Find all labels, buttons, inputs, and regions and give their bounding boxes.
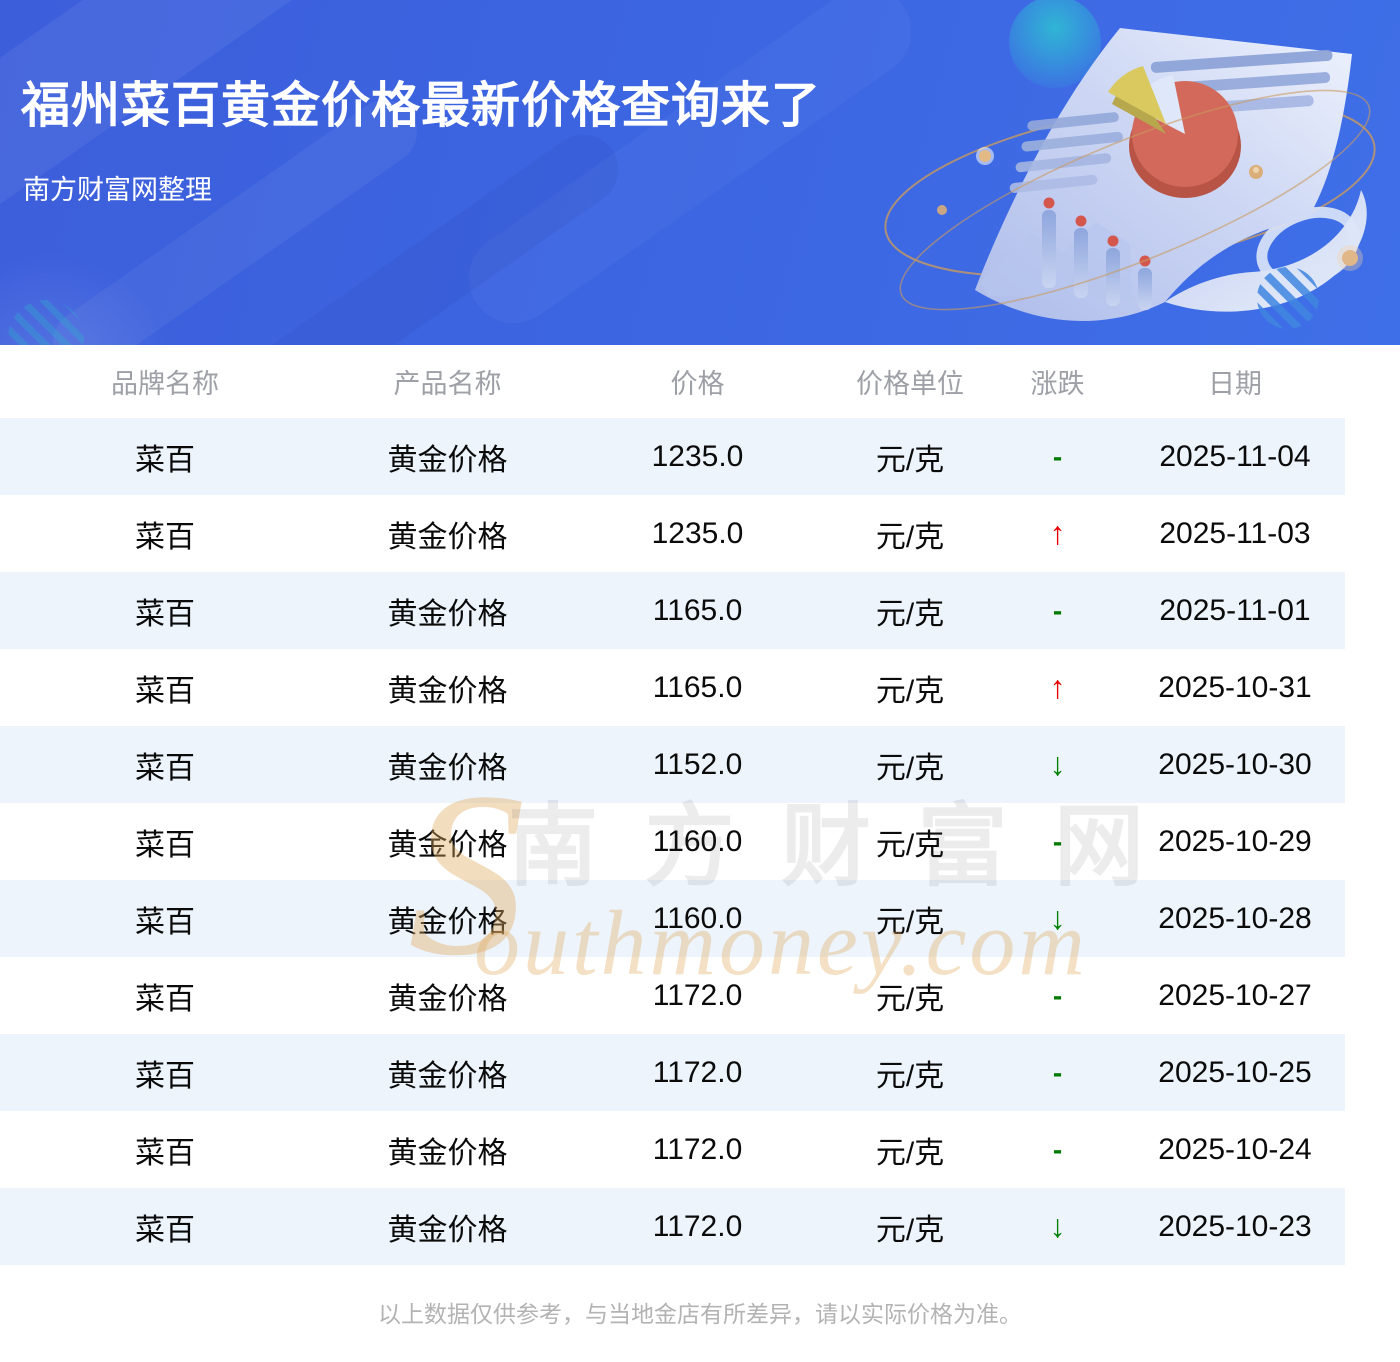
table-row: 菜百 黄金价格 1160.0 元/克 - 2025-10-29 — [0, 803, 1345, 880]
unit-cell: 元/克 — [830, 418, 990, 495]
disclaimer-text: 以上数据仅供参考，与当地金店有所差异，请以实际价格为准。 — [378, 1301, 1022, 1327]
date-cell: 2025-10-25 — [1125, 1034, 1345, 1111]
price-table-section: 品牌名称 产品名称 价格 价格单位 涨跌 日期 菜百 黄金价格 1235.0 元/克 -… — [0, 345, 1400, 1329]
date-cell: 2025-11-04 — [1125, 418, 1345, 495]
banner-decoration-glow — [0, 250, 170, 345]
column-header-price: 价格 — [565, 345, 830, 418]
change-cell: ↓ — [990, 726, 1125, 803]
unit-cell: 元/克 — [830, 726, 990, 803]
unit-cell: 元/克 — [830, 572, 990, 649]
product-cell: 黄金价格 — [330, 1034, 565, 1111]
change-cell: - — [990, 572, 1125, 649]
price-cell: 1160.0 — [652, 824, 743, 858]
brand-cell: 菜百 — [0, 418, 330, 495]
table-row: 菜百 黄金价格 1172.0 元/克 ↓ 2025-10-23 — [0, 1188, 1345, 1265]
unit-cell: 元/克 — [875, 1136, 945, 1170]
product-cell: 黄金价格 — [387, 520, 508, 554]
product-cell: 黄金价格 — [387, 982, 508, 1016]
unit-cell: 元/克 — [830, 1188, 990, 1265]
column-header-unit: 价格单位 — [830, 345, 990, 418]
product-cell: 黄金价格 — [387, 828, 508, 862]
unit-cell: 元/克 — [875, 674, 945, 708]
banner-decoration-striped-circle — [8, 300, 84, 345]
date-cell: 2025-11-03 — [1159, 516, 1311, 550]
page-title: 福州菜百黄金价格最新价格查询来了 — [21, 79, 822, 133]
price-cell: 1152.0 — [565, 726, 830, 803]
table-row: 菜百 黄金价格 1235.0 元/克 -2025-11-04 — [0, 418, 1345, 495]
table-row: 菜百 黄金价格 1152.0 元/克 ↓ 2025-10-30 — [0, 726, 1345, 803]
unit-cell: 元/克 — [875, 520, 945, 554]
product-cell: 黄金价格 — [330, 880, 565, 957]
table-row: 菜百 黄金价格 1172.0 元/克 -2025-10-25 — [0, 1034, 1345, 1111]
product-cell: 黄金价格 — [330, 1188, 565, 1265]
product-cell: 黄金价格 — [387, 674, 508, 708]
change-cell: ↑ — [1049, 515, 1066, 551]
date-cell: 2025-10-28 — [1125, 880, 1345, 957]
brand-cell: 菜百 — [0, 572, 330, 649]
table-row: 菜百 黄金价格 1235.0 元/克 ↑ 2025-11-03 — [0, 495, 1345, 572]
brand-cell: 菜百 — [135, 828, 195, 862]
column-header-brand: 品牌名称 — [0, 345, 330, 418]
price-cell: 1172.0 — [565, 1188, 830, 1265]
date-cell: 2025-10-27 — [1158, 978, 1312, 1012]
table-row: 菜百 黄金价格 1160.0 元/克 ↓ 2025-10-28 — [0, 880, 1345, 957]
unit-cell: 元/克 — [875, 828, 945, 862]
brand-cell: 菜百 — [135, 674, 195, 708]
column-header-date: 日期 — [1125, 345, 1345, 418]
table-row: 菜百 黄金价格 1172.0 元/克 - 2025-10-24 — [0, 1111, 1345, 1188]
change-cell: - — [990, 418, 1125, 495]
change-cell: ↑ — [1049, 669, 1066, 705]
brand-cell: 菜百 — [135, 520, 195, 554]
date-cell: 2025-10-24 — [1158, 1132, 1312, 1166]
change-cell: - — [1052, 979, 1063, 1011]
unit-cell: 元/克 — [830, 1034, 990, 1111]
change-cell: ↓ — [990, 1188, 1125, 1265]
banner-decoration-stripe — [247, 120, 633, 345]
price-cell: 1172.0 — [652, 978, 743, 1012]
unit-cell: 元/克 — [875, 982, 945, 1016]
brand-cell: 菜百 — [0, 1188, 330, 1265]
price-cell: 1172.0 — [565, 1034, 830, 1111]
change-cell: - — [990, 1034, 1125, 1111]
price-cell: 1235.0 — [565, 418, 830, 495]
brand-cell: 菜百 — [0, 1034, 330, 1111]
table-row: 菜百 黄金价格 1165.0 元/克 ↑ 2025-10-31 — [0, 649, 1345, 726]
page-subtitle: 南方财富网整理 — [23, 175, 212, 205]
product-cell: 黄金价格 — [387, 1136, 508, 1170]
price-cell: 1165.0 — [565, 572, 830, 649]
date-cell: 2025-11-01 — [1125, 572, 1345, 649]
banner-decoration-stripe — [451, 0, 929, 341]
price-cell: 1165.0 — [652, 670, 743, 704]
brand-cell: 菜百 — [0, 726, 330, 803]
product-cell: 黄金价格 — [330, 572, 565, 649]
price-cell: 1235.0 — [651, 516, 744, 550]
brand-cell: 菜百 — [135, 1136, 195, 1170]
date-cell: 2025-10-29 — [1158, 824, 1312, 858]
date-cell: 2025-10-30 — [1125, 726, 1345, 803]
change-cell: - — [1052, 825, 1063, 857]
brand-cell: 菜百 — [0, 880, 330, 957]
change-cell: - — [1052, 1133, 1063, 1165]
price-cell: 1172.0 — [652, 1132, 743, 1166]
table-row: 菜百 黄金价格 1172.0 元/克 - 2025-10-27 — [0, 957, 1345, 1034]
gold-price-table: 品牌名称 产品名称 价格 价格单位 涨跌 日期 菜百 黄金价格 1235.0 元/克 -… — [0, 345, 1345, 1265]
date-cell: 2025-10-23 — [1125, 1188, 1345, 1265]
product-cell: 黄金价格 — [330, 418, 565, 495]
date-cell: 2025-10-31 — [1158, 670, 1312, 704]
column-header-product: 产品名称 — [330, 345, 565, 418]
finance-report-illustration — [884, 0, 1376, 329]
column-header-change: 涨跌 — [990, 345, 1125, 418]
unit-cell: 元/克 — [830, 880, 990, 957]
table-row: 菜百 黄金价格 1165.0 元/克 -2025-11-01 — [0, 572, 1345, 649]
product-cell: 黄金价格 — [330, 726, 565, 803]
page-header: 福州菜百黄金价格最新价格查询来了 南方财富网整理 — [0, 0, 1400, 345]
brand-cell: 菜百 — [135, 982, 195, 1016]
price-cell: 1160.0 — [565, 880, 830, 957]
change-cell: ↓ — [990, 880, 1125, 957]
table-header-row: 品牌名称 产品名称 价格 价格单位 涨跌 日期 — [0, 345, 1345, 418]
